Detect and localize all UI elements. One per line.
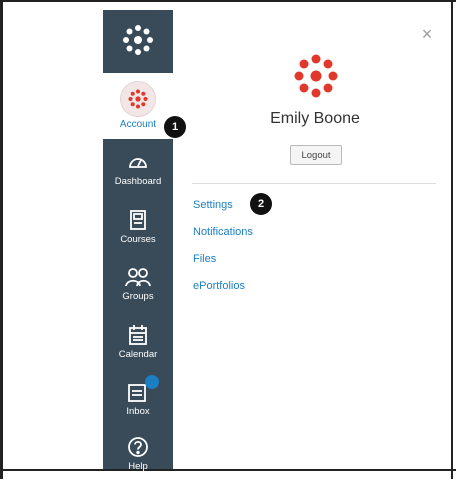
groups-icon: [125, 264, 151, 290]
courses-icon: [125, 207, 151, 233]
dashboard-icon: [125, 149, 151, 175]
canvas-logo-red-icon: [294, 54, 338, 98]
sidebar-item-dashboard-label: Dashboard: [114, 176, 162, 187]
sidebar-item-account[interactable]: Account: [103, 73, 173, 139]
logout-button[interactable]: Logout: [290, 145, 342, 165]
sidebar-item-courses-label: Courses: [120, 234, 156, 245]
close-icon[interactable]: ×: [417, 24, 437, 44]
frame-border-left: [0, 0, 3, 479]
sidebar-item-help[interactable]: Help: [103, 430, 173, 486]
callout-marker-1: 1: [164, 116, 186, 138]
sidebar-item-groups-label: Groups: [122, 291, 154, 302]
user-avatar-canvas-icon: [120, 81, 156, 117]
help-icon: [125, 434, 151, 460]
files-link[interactable]: Files: [193, 253, 216, 265]
frame-border-bottom: [0, 469, 456, 471]
canvas-logo[interactable]: [103, 10, 173, 70]
eportfolios-link[interactable]: ePortfolios: [193, 280, 245, 292]
sidebar-item-groups[interactable]: Groups: [103, 260, 173, 316]
calendar-icon: [125, 322, 151, 348]
sidebar-item-calendar[interactable]: Calendar: [103, 318, 173, 374]
callout-marker-2: 2: [250, 193, 272, 215]
sidebar-item-calendar-label: Calendar: [118, 349, 158, 360]
sidebar-item-dashboard[interactable]: Dashboard: [103, 145, 173, 201]
frame-border-right: [451, 0, 453, 479]
frame-border-top: [0, 0, 456, 2]
canvas-logo-icon: [123, 25, 153, 55]
inbox-unread-badge: [145, 375, 159, 389]
global-navigation: Account Dashboard Courses Groups Calenda…: [103, 10, 173, 472]
divider: [192, 183, 436, 184]
sidebar-item-inbox-label: Inbox: [126, 406, 150, 417]
sidebar-item-courses[interactable]: Courses: [103, 203, 173, 259]
notifications-link[interactable]: Notifications: [193, 226, 253, 238]
sidebar-item-help-label: Help: [128, 461, 148, 472]
user-name: Emily Boone: [270, 110, 360, 127]
settings-link[interactable]: Settings: [193, 199, 233, 211]
sidebar-item-account-label: Account: [119, 119, 157, 130]
user-avatar-large: [290, 50, 342, 102]
sidebar-item-inbox[interactable]: Inbox: [103, 375, 173, 431]
